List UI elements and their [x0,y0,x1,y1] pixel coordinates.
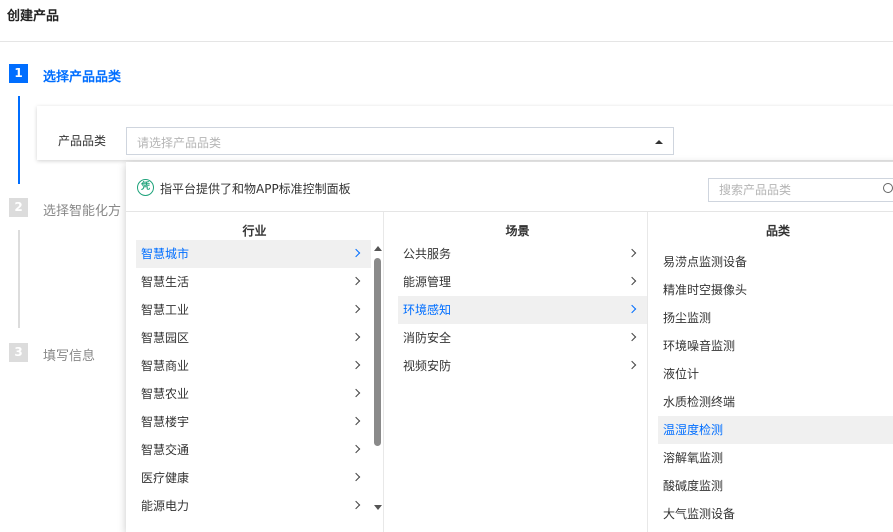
industry-scrollbar-thumb[interactable] [374,258,381,446]
scene-list-item-label: 能源管理 [403,275,452,289]
category-list-item[interactable]: 温湿度检测 [658,416,893,444]
category-list-item-label: 溶解氧监测 [663,451,724,465]
chevron-right-icon [627,332,637,342]
scene-list-item[interactable]: 消防安全 [398,324,647,352]
category-list-item[interactable]: 水质检测终端 [658,388,893,416]
category-list-item-label: 扬尘监测 [663,311,712,325]
category-list-item-label: 温湿度检测 [663,423,724,437]
category-list-item-label: 水质检测终端 [663,395,736,409]
category-list-item[interactable]: 环境噪音监测 [658,332,893,360]
category-list-item[interactable]: 易涝点监测设备 [658,248,893,276]
industry-list-item[interactable]: 智慧楼宇 [136,408,371,436]
step-3-label: 填写信息 [43,349,96,364]
scroll-down-arrow-icon[interactable] [374,505,382,510]
industry-list-item-label: 智慧园区 [141,331,190,345]
industry-list-item-label: 智慧城市 [141,247,190,261]
header-divider [0,41,893,42]
industry-list-item-label: 智慧楼宇 [141,415,190,429]
chevron-right-icon [351,332,361,342]
scene-list-item[interactable]: 能源管理 [398,268,647,296]
industry-list-item-label: 智慧农业 [141,387,190,401]
step-1-connector [18,96,20,184]
chevron-right-icon [351,444,361,454]
category-list-item-label: 大气监测设备 [663,507,736,521]
industry-list-item[interactable]: 智慧交通 [136,436,371,464]
category-select-placeholder: 请选择产品品类 [137,136,222,150]
search-icon[interactable] [883,183,893,193]
category-list-item[interactable]: 液位计 [658,360,893,388]
caret-up-icon [655,140,663,144]
chevron-right-icon [351,472,361,482]
step-1-number: 1 [9,64,28,83]
chevron-right-icon [351,500,361,510]
chevron-right-icon [351,416,361,426]
page-title: 创建产品 [7,9,60,24]
industry-list-item-label: 智慧商业 [141,359,190,373]
industry-column: 行业 智慧城市智慧生活智慧工业智慧园区智慧商业智慧农业智慧楼宇智慧交通医疗健康能… [126,212,384,532]
chevron-right-icon [351,304,361,314]
scene-list-item-label: 环境感知 [403,303,452,317]
scene-list-item-label: 公共服务 [403,247,452,261]
step-3-number: 3 [9,343,28,362]
industry-list-item[interactable]: 能源电力 [136,492,371,520]
industry-list-item-label: 智慧生活 [141,275,190,289]
industry-list-item[interactable]: 智慧生活 [136,268,371,296]
step-2-label: 选择智能化方 [43,204,122,219]
category-search-input[interactable] [709,179,879,201]
step-2-connector [18,230,20,328]
scene-list-item-label: 消防安全 [403,331,452,345]
industry-list-item-label: 能源电力 [141,499,190,513]
scene-column-header: 场景 [505,224,530,238]
category-list-item-label: 精准时空摄像头 [663,283,748,297]
industry-list-item-label: 智慧工业 [141,303,190,317]
chevron-right-icon [351,248,361,258]
category-select[interactable]: 请选择产品品类 [126,127,674,155]
category-list-item-label: 易涝点监测设备 [663,255,748,269]
chevron-right-icon [351,276,361,286]
scene-list-item-label: 视频安防 [403,359,452,373]
category-list-item[interactable]: 酸碱度监测 [658,472,893,500]
chevron-right-icon [627,276,637,286]
category-column-header: 品类 [765,224,790,238]
industry-list-item[interactable]: 智慧工业 [136,296,371,324]
chevron-right-icon [627,360,637,370]
panel-badge-icon: 凭 [137,179,154,196]
category-list-item-label: 酸碱度监测 [663,479,724,493]
category-list-item-label: 液位计 [663,367,700,381]
scene-list-item[interactable]: 公共服务 [398,240,647,268]
chevron-right-icon [351,388,361,398]
scene-list-item[interactable]: 视频安防 [398,352,647,380]
industry-list-item[interactable]: 智慧园区 [136,324,371,352]
industry-list-item[interactable]: 智慧商业 [136,352,371,380]
category-list-item[interactable]: 精准时空摄像头 [658,276,893,304]
industry-list-item-label: 智慧交通 [141,443,190,457]
panel-notice-text: 指平台提供了和物APP标准控制面板 [160,182,351,196]
industry-column-header: 行业 [242,224,267,238]
chevron-right-icon [627,248,637,258]
step-1-label: 选择产品品类 [43,70,122,85]
category-column: 品类 易涝点监测设备 精准时空摄像头 扬尘监测环境噪音监测 液位计水质检测终端 温湿度检… [648,212,893,532]
scroll-up-arrow-icon[interactable] [374,246,382,251]
scene-list-item[interactable]: 环境感知 [398,296,647,324]
step-2-number: 2 [9,198,28,217]
category-dropdown-panel: 凭 指平台提供了和物APP标准控制面板 行业 智慧城市智慧生活智慧工业智慧园区智… [126,162,893,532]
category-list-item[interactable]: 溶解氧监测 [658,444,893,472]
category-list-item[interactable]: 大气监测设备 [658,500,893,528]
industry-list-item[interactable]: 智慧城市 [136,240,371,268]
category-search[interactable] [708,178,893,202]
scene-column: 场景 公共服务能源管理环境感知消防安全视频安防 [388,212,648,532]
industry-list-item[interactable]: 医疗健康 [136,464,371,492]
category-list-item-label: 环境噪音监测 [663,339,736,353]
chevron-right-icon [351,360,361,370]
chevron-right-icon [627,304,637,314]
category-list-item[interactable]: 扬尘监测 [658,304,893,332]
industry-list-item-label: 医疗健康 [141,471,190,485]
category-field-label: 产品品类 [58,134,107,148]
industry-list-item[interactable]: 智慧农业 [136,380,371,408]
